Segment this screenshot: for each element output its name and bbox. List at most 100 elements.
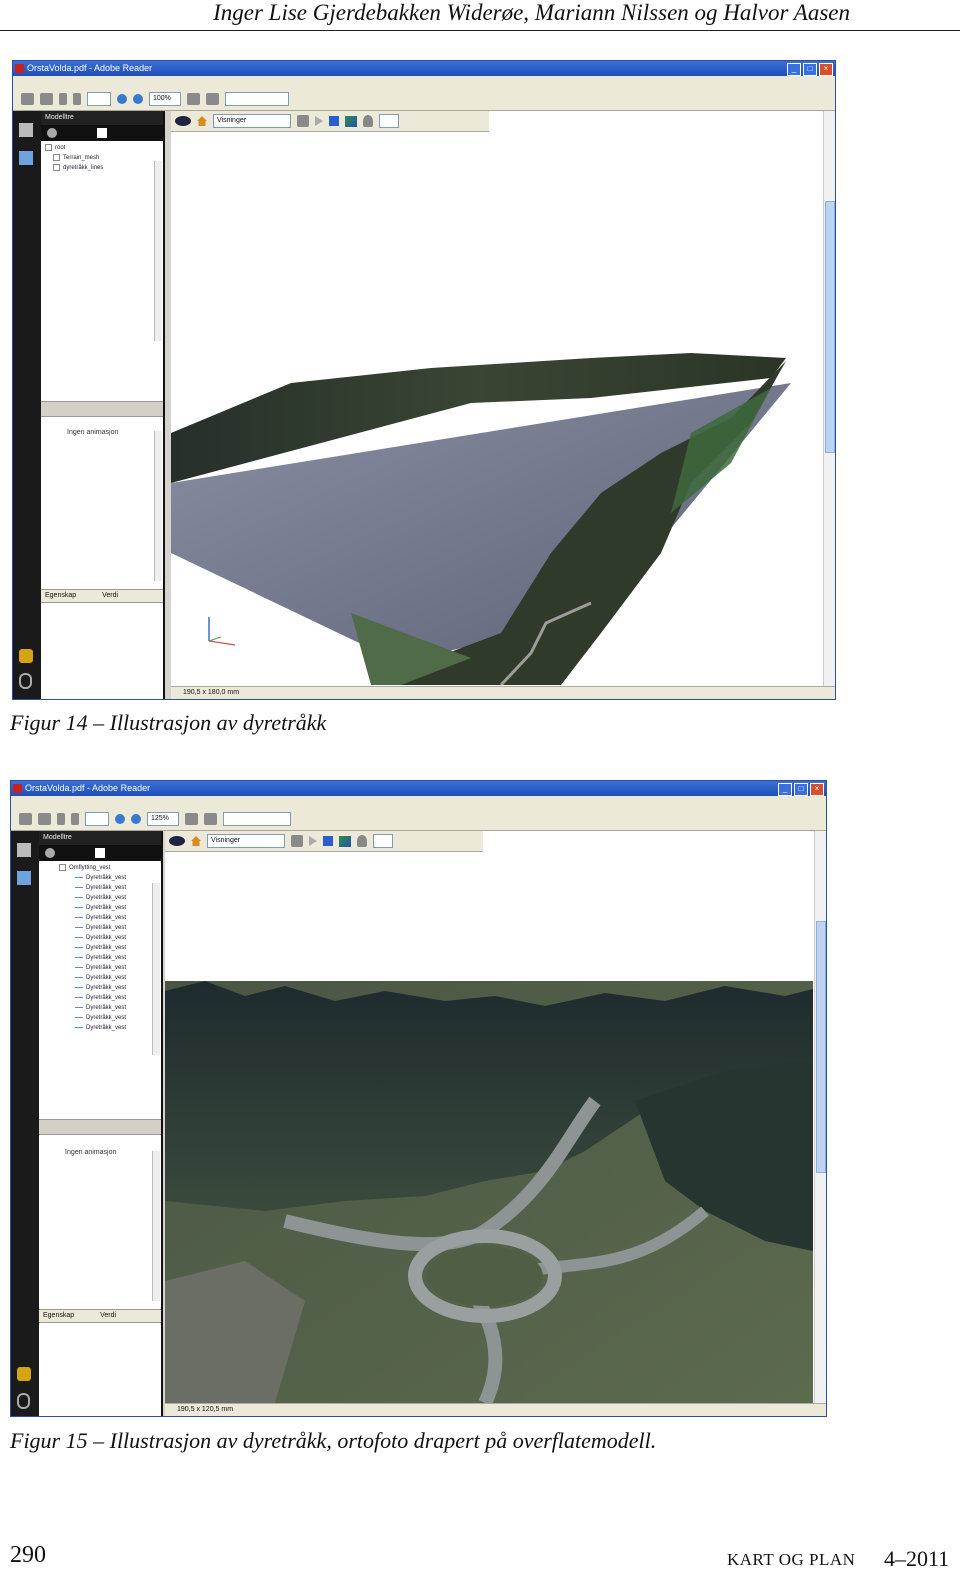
home-icon[interactable] (191, 836, 201, 846)
3d-viewer[interactable]: Visninger (165, 831, 826, 1416)
fit-width-icon[interactable] (206, 93, 219, 105)
scroll-thumb[interactable] (816, 921, 826, 1173)
viewer-scrollbar[interactable] (823, 111, 835, 699)
zoom-out-icon[interactable] (115, 814, 125, 824)
tree-item[interactable]: Dyretråkk_vest (59, 903, 153, 913)
views-select[interactable]: Visninger (207, 834, 285, 848)
options-icon[interactable] (45, 848, 55, 858)
zoom-in-icon[interactable] (133, 94, 143, 104)
panel-title: Modelltre (39, 831, 161, 845)
cube-icon[interactable] (323, 836, 333, 846)
search-field[interactable] (225, 92, 289, 106)
value-col: Verdi (100, 1312, 117, 1319)
cube-icon[interactable] (329, 116, 339, 126)
tree-item[interactable]: Dyretråkk_vest (59, 993, 153, 1003)
page-number: 290 (10, 1542, 46, 1568)
email-icon[interactable] (40, 93, 53, 105)
background-color-field[interactable] (373, 834, 393, 848)
tree-item[interactable]: Dyretråkk_vest (59, 1003, 153, 1013)
views-select[interactable]: Visninger (213, 114, 291, 128)
main-toolbar: 100% (13, 88, 835, 111)
menu-bar[interactable] (11, 796, 826, 808)
maximize-button[interactable]: □ (794, 783, 808, 796)
3d-viewer[interactable]: Visninger (171, 111, 835, 699)
tree-item[interactable]: Dyretråkk_vest (59, 933, 153, 943)
play-icon[interactable] (315, 116, 323, 126)
tree-scrollbar[interactable] (152, 883, 160, 1055)
page-up-icon[interactable] (57, 813, 65, 825)
page-down-icon[interactable] (73, 93, 81, 105)
tree-item[interactable]: Dyretråkk_vest (59, 973, 153, 983)
home-icon[interactable] (197, 116, 207, 126)
pages-icon[interactable] (17, 843, 31, 857)
print-icon[interactable] (21, 93, 34, 105)
tree-item[interactable]: Dyretråkk_vest (59, 983, 153, 993)
print-icon[interactable] (19, 813, 32, 825)
tree-item[interactable]: Dyretråkk_vest (59, 953, 153, 963)
zoom-field[interactable]: 100% (149, 92, 181, 106)
panel-divider[interactable] (39, 1119, 161, 1135)
options-icon[interactable] (47, 128, 57, 138)
animation-label: Ingen animasjon (65, 1149, 117, 1156)
view-options-icon[interactable] (297, 115, 309, 127)
fit-page-icon[interactable] (185, 813, 198, 825)
animation-scrollbar[interactable] (154, 431, 162, 581)
3d-toolbar: Visninger (171, 111, 489, 132)
animation-scrollbar[interactable] (152, 1151, 160, 1301)
light-icon[interactable] (357, 835, 367, 847)
journal-issue: 4–2011 (884, 1546, 950, 1571)
zoom-in-icon[interactable] (131, 814, 141, 824)
window-titlebar: OrstaVolda.pdf - Adobe Reader _ □ × (13, 61, 835, 76)
render-mode-icon[interactable] (339, 835, 351, 847)
render-mode-icon[interactable] (345, 115, 357, 127)
tree-item[interactable]: Dyretråkk_vest (59, 923, 153, 933)
tree-item[interactable]: Dyretråkk_vest (59, 943, 153, 953)
background-color-field[interactable] (379, 114, 399, 128)
viewer-scrollbar[interactable] (814, 831, 826, 1416)
minimize-button[interactable]: _ (778, 783, 792, 796)
tree-scrollbar[interactable] (154, 161, 162, 341)
tree-item[interactable]: Terrain_mesh (45, 153, 155, 163)
tree-item[interactable]: Omflytting_vest (59, 863, 153, 873)
fit-page-icon[interactable] (187, 93, 200, 105)
menu-bar[interactable] (13, 76, 835, 88)
page-number-field[interactable] (87, 92, 111, 106)
pages-icon[interactable] (19, 123, 33, 137)
zoom-out-icon[interactable] (117, 94, 127, 104)
attachment-icon[interactable] (17, 1393, 30, 1409)
attachment-icon[interactable] (19, 673, 32, 689)
tree-item[interactable]: Dyretråkk_vest (59, 963, 153, 973)
fit-width-icon[interactable] (204, 813, 217, 825)
comment-icon[interactable] (19, 649, 33, 663)
page-number-field[interactable] (85, 812, 109, 826)
tree-item[interactable]: Dyretråkk_vest (59, 883, 153, 893)
page-down-icon[interactable] (71, 813, 79, 825)
close-button[interactable]: × (810, 783, 824, 796)
panel-divider[interactable] (41, 401, 163, 417)
tree-item[interactable]: root (45, 143, 155, 153)
show-icon[interactable] (95, 848, 105, 858)
tree-item[interactable]: Dyretråkk_vest (59, 1013, 153, 1023)
minimize-button[interactable]: _ (787, 63, 801, 76)
zoom-field[interactable]: 125% (147, 812, 179, 826)
tree-item[interactable]: Dyretråkk_vest (59, 893, 153, 903)
view-options-icon[interactable] (291, 835, 303, 847)
tree-item[interactable]: Dyretråkk_vest (59, 913, 153, 923)
close-button[interactable]: × (819, 63, 833, 76)
show-icon[interactable] (97, 128, 107, 138)
tree-item[interactable]: dyretråkk_lines (45, 163, 155, 173)
email-icon[interactable] (38, 813, 51, 825)
tree-item[interactable]: Dyretråkk_vest (59, 873, 153, 883)
model-tree-icon[interactable] (17, 871, 31, 885)
eye-icon[interactable] (169, 836, 185, 846)
light-icon[interactable] (363, 115, 373, 127)
maximize-button[interactable]: □ (803, 63, 817, 76)
comment-icon[interactable] (17, 1367, 31, 1381)
tree-item[interactable]: Dyretråkk_vest (59, 1023, 153, 1033)
page-up-icon[interactable] (59, 93, 67, 105)
eye-icon[interactable] (175, 116, 191, 126)
search-field[interactable] (223, 812, 291, 826)
scroll-thumb[interactable] (825, 201, 835, 453)
play-icon[interactable] (309, 836, 317, 846)
model-tree-icon[interactable] (19, 151, 33, 165)
